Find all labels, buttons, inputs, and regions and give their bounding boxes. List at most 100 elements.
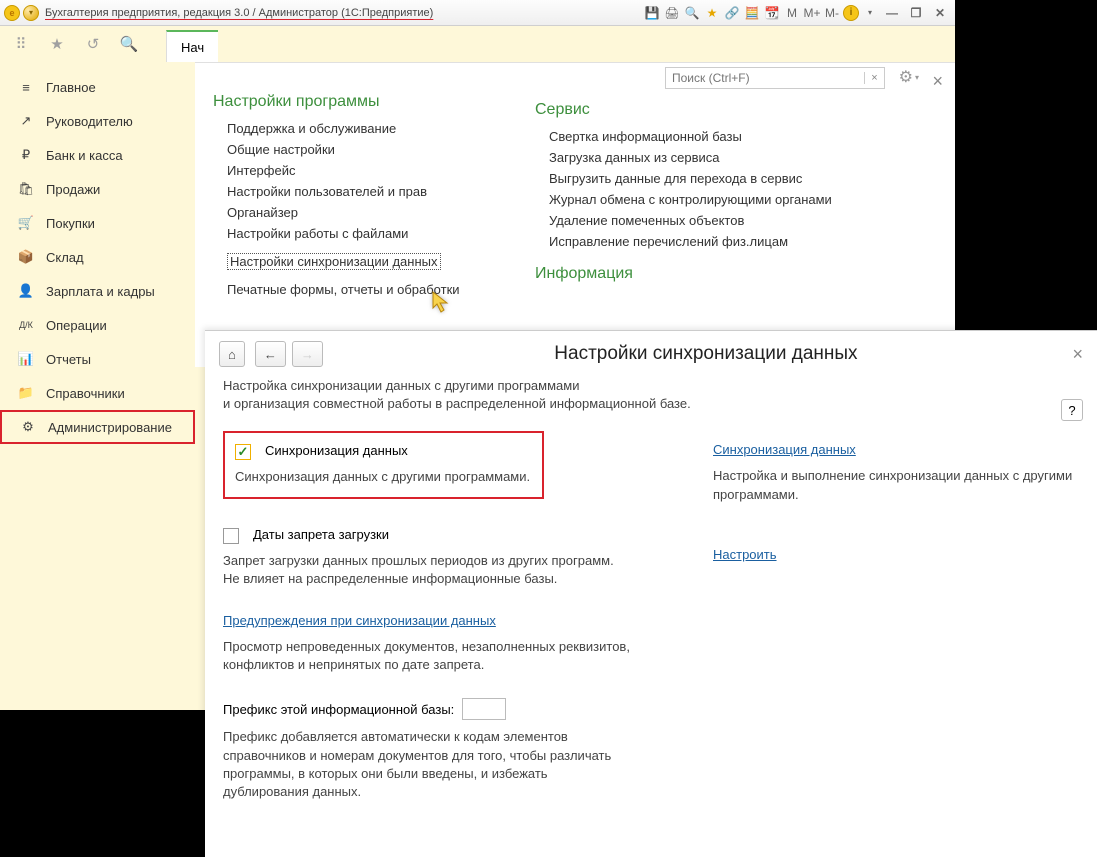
sidebar-item-label: Руководителю <box>46 114 133 129</box>
section-title-settings: Настройки программы <box>213 93 523 111</box>
link-print-forms[interactable]: Печатные формы, отчеты и обработки <box>227 282 523 297</box>
report-icon: 📊 <box>18 351 34 367</box>
print-icon[interactable]: 🖨 <box>663 4 681 22</box>
box-icon: 📦 <box>18 249 34 265</box>
panel-header: ⌂ ← → Настройки синхронизации данных × <box>205 331 1097 377</box>
link-svertka[interactable]: Свертка информационной базы <box>549 129 885 144</box>
panel-close-icon[interactable]: × <box>1072 344 1083 365</box>
link-exchange-log[interactable]: Журнал обмена с контролирующими органами <box>549 192 885 207</box>
sidebar-item-label: Покупки <box>46 216 95 231</box>
star-icon[interactable]: ★ <box>703 4 721 22</box>
settings-column-2: Сервис Свертка информационной базы Загру… <box>535 101 885 293</box>
sync-link-desc: Настройка и выполнение синхронизации дан… <box>713 467 1079 503</box>
block-dates-checkbox[interactable] <box>223 528 239 544</box>
sidebar-item-sales[interactable]: 🛍 Продажи <box>0 172 195 206</box>
sidebar: ≡Главное ↗ Руководителю ₽Банк и касса 🛍 Пр… <box>0 62 195 452</box>
dk-icon: Д/К <box>18 320 34 330</box>
restore-icon[interactable]: ❐ <box>905 4 927 22</box>
m-minus-btn[interactable]: M- <box>823 4 841 22</box>
sidebar-item-operations[interactable]: Д/КОперации <box>0 308 195 342</box>
sidebar-item-label: Отчеты <box>46 352 91 367</box>
top-toolbar: ⠿ ★ ↺ 🔍 Нач <box>0 26 955 62</box>
minimize-icon[interactable]: — <box>881 4 903 22</box>
sidebar-item-purchases[interactable]: 🛒 Покупки <box>0 206 195 240</box>
prefix-desc: Префикс добавляется автоматически к кода… <box>223 728 633 801</box>
search-box[interactable]: × <box>665 67 885 89</box>
link-sync-settings[interactable]: Настройки синхронизации данных <box>227 253 441 270</box>
search-icon[interactable]: 🔍 <box>120 35 138 53</box>
link-icon[interactable]: 🔗 <box>723 4 741 22</box>
link-users[interactable]: Настройки пользователей и прав <box>227 184 523 199</box>
cart-icon: 🛒 <box>18 215 34 231</box>
warnings-desc: Просмотр непроведенных документов, незап… <box>223 638 633 674</box>
close-icon[interactable]: ✕ <box>929 4 951 22</box>
sync-checkbox-desc: Синхронизация данных с другими программа… <box>235 468 530 486</box>
folder-icon: 📁 <box>18 385 34 401</box>
save-icon[interactable]: 💾 <box>643 4 661 22</box>
m-btn[interactable]: M <box>783 4 801 22</box>
titlebar-right: 💾 🖨 🔍 ★ 🔗 🧮 📆 M M+ M- i ▾ — ❐ ✕ <box>643 4 951 22</box>
prefix-input[interactable] <box>462 698 506 720</box>
grid-icon[interactable]: ⠿ <box>12 35 30 53</box>
sidebar-item-manager[interactable]: ↗ Руководителю <box>0 104 195 138</box>
ruble-icon: ₽ <box>18 147 34 163</box>
search-clear-icon[interactable]: × <box>864 72 884 84</box>
search-input[interactable] <box>666 71 864 85</box>
help-button[interactable]: ? <box>1061 399 1083 421</box>
back-button[interactable]: ← <box>255 341 286 367</box>
link-unload-service[interactable]: Выгрузить данные для перехода в сервис <box>549 171 885 186</box>
titlebar: e Бухгалтерия предприятия, редакция 3.0 … <box>0 0 955 26</box>
history-icon[interactable]: ↺ <box>84 35 102 53</box>
section-title-info: Информация <box>535 265 885 283</box>
panel-title: Настройки синхронизации данных <box>329 343 1083 365</box>
sync-data-link[interactable]: Синхронизация данных <box>713 442 856 457</box>
sidebar-item-label: Склад <box>46 250 84 265</box>
panel-close-icon[interactable]: × <box>932 71 943 92</box>
configure-link[interactable]: Настроить <box>713 547 777 562</box>
doc-search-icon[interactable]: 🔍 <box>683 4 701 22</box>
menu-icon: ≡ <box>18 80 34 95</box>
app-dropdown-icon[interactable] <box>23 5 39 21</box>
link-delete-marked[interactable]: Удаление помеченных объектов <box>549 213 885 228</box>
warnings-link[interactable]: Предупреждения при синхронизации данных <box>223 613 496 628</box>
block-dates-label: Даты запрета загрузки <box>253 527 389 542</box>
m-plus-btn[interactable]: M+ <box>803 4 821 22</box>
sidebar-item-main[interactable]: ≡Главное <box>0 70 195 104</box>
sidebar-item-label: Справочники <box>46 386 125 401</box>
person-icon: 👤 <box>18 283 34 299</box>
bag-icon: 🛍 <box>18 181 34 197</box>
sidebar-item-label: Продажи <box>46 182 100 197</box>
sidebar-item-label: Зарплата и кадры <box>46 284 155 299</box>
sidebar-item-warehouse[interactable]: 📦 Склад <box>0 240 195 274</box>
block-dates-desc: Запрет загрузки данных прошлых периодов … <box>223 552 633 588</box>
info-icon[interactable]: i <box>843 5 859 21</box>
calendar-icon[interactable]: 📆 <box>763 4 781 22</box>
sync-settings-panel: ⌂ ← → Настройки синхронизации данных × ?… <box>205 330 1097 857</box>
forward-button[interactable]: → <box>292 341 323 367</box>
link-load-service[interactable]: Загрузка данных из сервиса <box>549 150 885 165</box>
sync-checkbox[interactable] <box>235 444 251 460</box>
content-settings-panel: × ⚙ × Настройки программы Поддержка и об… <box>195 62 955 367</box>
favorites-icon[interactable]: ★ <box>48 35 66 53</box>
link-organizer[interactable]: Органайзер <box>227 205 523 220</box>
link-fix-transfers[interactable]: Исправление перечислений физ.лицам <box>549 234 885 249</box>
sidebar-item-salary[interactable]: 👤 Зарплата и кадры <box>0 274 195 308</box>
sidebar-item-bank[interactable]: ₽Банк и касса <box>0 138 195 172</box>
link-support[interactable]: Поддержка и обслуживание <box>227 121 523 136</box>
sidebar-item-refs[interactable]: 📁 Справочники <box>0 376 195 410</box>
calc-icon[interactable]: 🧮 <box>743 4 761 22</box>
panel-gear-icon[interactable]: ⚙ <box>899 67 919 87</box>
gear-icon: ⚙ <box>20 419 36 435</box>
sync-checkbox-label: Синхронизация данных <box>265 443 408 458</box>
sidebar-item-label: Администрирование <box>48 420 172 435</box>
link-files[interactable]: Настройки работы с файлами <box>227 226 523 241</box>
highlighted-sync-block: Синхронизация данных Синхронизация данны… <box>223 431 544 498</box>
link-interface[interactable]: Интерфейс <box>227 163 523 178</box>
sidebar-item-admin[interactable]: ⚙ Администрирование <box>0 410 195 444</box>
sidebar-item-reports[interactable]: 📊 Отчеты <box>0 342 195 376</box>
link-general[interactable]: Общие настройки <box>227 142 523 157</box>
chart-icon: ↗ <box>18 113 34 129</box>
tab-start[interactable]: Нач <box>166 30 218 62</box>
home-button[interactable]: ⌂ <box>219 341 245 367</box>
app-icon: e <box>4 5 20 21</box>
